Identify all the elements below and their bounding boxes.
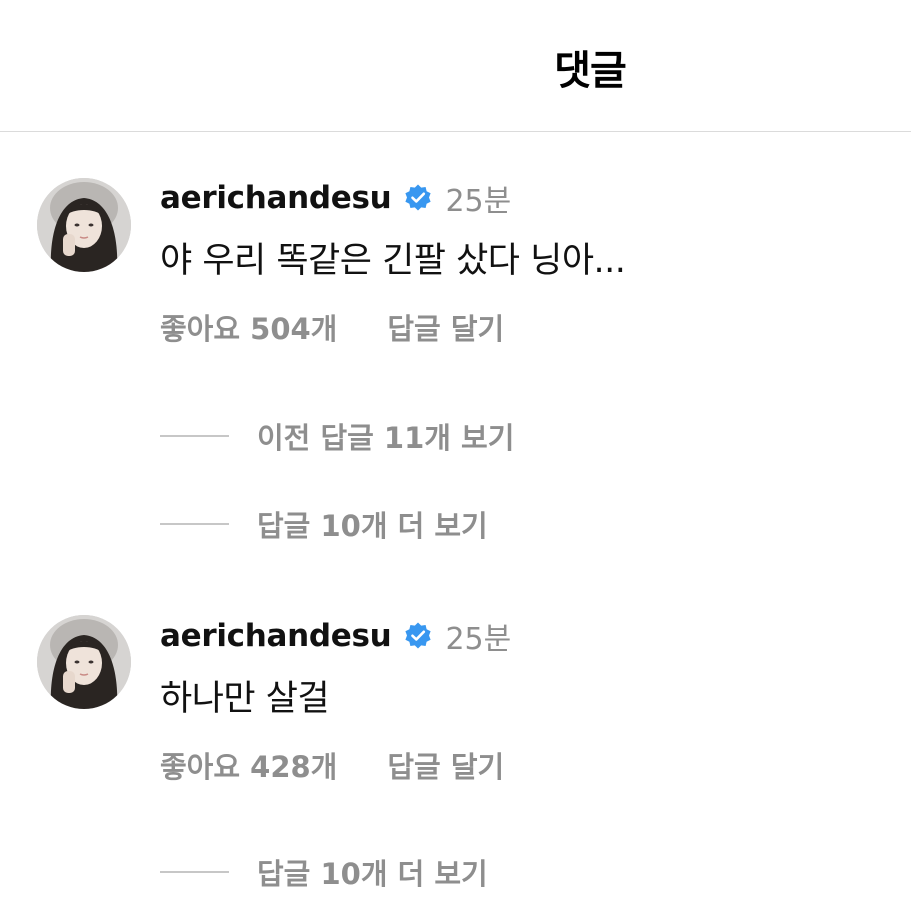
view-previous-replies-label: 이전 답글 11개 보기 <box>257 421 515 455</box>
page-title: 댓글 <box>554 48 627 94</box>
timestamp: 25분 <box>445 184 512 219</box>
avatar-image <box>37 178 131 272</box>
likes-count[interactable]: 좋아요 504개 <box>160 306 337 348</box>
username[interactable]: aerichandesu <box>160 180 392 216</box>
replies-divider-line <box>160 435 229 437</box>
comment-text: 하나만 살걸 <box>160 679 330 719</box>
view-more-replies-button[interactable]: 답글 10개 더 보기 <box>160 503 488 545</box>
header: 댓글 <box>0 0 911 132</box>
comment-text: 야 우리 똑같은 긴팔 샀다 닝아... <box>160 241 626 281</box>
view-more-replies-label: 답글 10개 더 보기 <box>257 509 488 543</box>
comment-actions: 좋아요 504개 답글 달기 <box>160 306 504 348</box>
timestamp: 25분 <box>445 622 512 657</box>
reply-button[interactable]: 답글 달기 <box>387 744 504 786</box>
comment-actions: 좋아요 428개 답글 달기 <box>160 744 504 786</box>
replies-divider-line <box>160 871 229 873</box>
replies-divider-line <box>160 523 229 525</box>
view-more-replies-button[interactable]: 답글 10개 더 보기 <box>160 851 488 893</box>
likes-count[interactable]: 좋아요 428개 <box>160 744 337 786</box>
verified-badge-icon <box>403 621 433 651</box>
comment-header: aerichandesu 25분 <box>160 176 511 220</box>
avatar[interactable] <box>37 615 131 709</box>
avatar-image <box>37 615 131 709</box>
verified-badge-icon <box>403 183 433 213</box>
comment-header: aerichandesu 25분 <box>160 614 511 658</box>
avatar[interactable] <box>37 178 131 272</box>
reply-button[interactable]: 답글 달기 <box>387 306 504 348</box>
view-more-replies-label: 답글 10개 더 보기 <box>257 857 488 891</box>
view-previous-replies-button[interactable]: 이전 답글 11개 보기 <box>160 415 514 457</box>
username[interactable]: aerichandesu <box>160 618 392 654</box>
